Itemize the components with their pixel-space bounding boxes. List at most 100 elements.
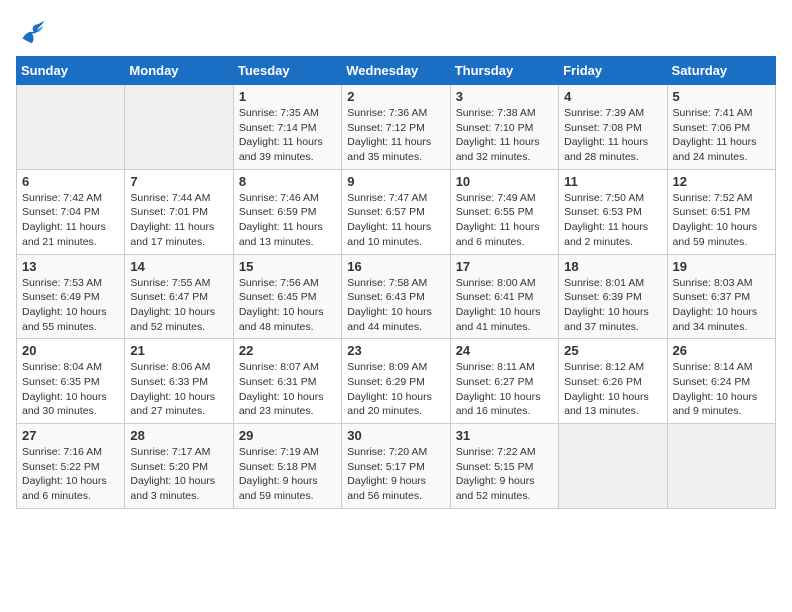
weekday-header: Sunday	[17, 57, 125, 85]
day-number: 9	[347, 174, 444, 189]
calendar-day-cell: 15 Sunrise: 7:56 AM Sunset: 6:45 PM Dayli…	[233, 254, 341, 339]
day-info: Sunrise: 7:16 AM Sunset: 5:22 PM Dayligh…	[22, 445, 119, 504]
day-info: Sunrise: 8:09 AM Sunset: 6:29 PM Dayligh…	[347, 360, 444, 419]
day-info: Sunrise: 7:58 AM Sunset: 6:43 PM Dayligh…	[347, 276, 444, 335]
day-info: Sunrise: 7:52 AM Sunset: 6:51 PM Dayligh…	[673, 191, 770, 250]
calendar-day-cell: 30Sunrise: 7:20 AM Sunset: 5:17 PM Dayli…	[342, 424, 450, 509]
calendar-day-cell: 6 Sunrise: 7:42 AM Sunset: 7:04 PM Daylig…	[17, 169, 125, 254]
day-info: Sunrise: 7:41 AM Sunset: 7:06 PM Dayligh…	[673, 106, 770, 165]
day-number: 18	[564, 259, 661, 274]
day-info: Sunrise: 8:06 AM Sunset: 6:33 PM Dayligh…	[130, 360, 227, 419]
calendar-day-cell: 4Sunrise: 7:39 AM Sunset: 7:08 PM Daylig…	[559, 85, 667, 170]
day-info: Sunrise: 7:35 AM Sunset: 7:14 PM Dayligh…	[239, 106, 336, 165]
day-number: 8	[239, 174, 336, 189]
day-info: Sunrise: 7:42 AM Sunset: 7:04 PM Dayligh…	[22, 191, 119, 250]
day-number: 22	[239, 343, 336, 358]
day-number: 23	[347, 343, 444, 358]
day-info: Sunrise: 8:01 AM Sunset: 6:39 PM Dayligh…	[564, 276, 661, 335]
day-info: Sunrise: 7:55 AM Sunset: 6:47 PM Dayligh…	[130, 276, 227, 335]
day-info: Sunrise: 7:50 AM Sunset: 6:53 PM Dayligh…	[564, 191, 661, 250]
calendar-day-cell: 10Sunrise: 7:49 AM Sunset: 6:55 PM Dayli…	[450, 169, 558, 254]
calendar-day-cell: 2 Sunrise: 7:36 AM Sunset: 7:12 PM Daylig…	[342, 85, 450, 170]
day-number: 29	[239, 428, 336, 443]
day-info: Sunrise: 7:53 AM Sunset: 6:49 PM Dayligh…	[22, 276, 119, 335]
day-number: 12	[673, 174, 770, 189]
calendar-day-cell: 21 Sunrise: 8:06 AM Sunset: 6:33 PM Dayli…	[125, 339, 233, 424]
weekday-header: Wednesday	[342, 57, 450, 85]
calendar-day-cell: 1 Sunrise: 7:35 AM Sunset: 7:14 PM Daylig…	[233, 85, 341, 170]
calendar-day-cell: 25 Sunrise: 8:12 AM Sunset: 6:26 PM Dayli…	[559, 339, 667, 424]
calendar-day-cell: 18 Sunrise: 8:01 AM Sunset: 6:39 PM Dayli…	[559, 254, 667, 339]
day-number: 1	[239, 89, 336, 104]
day-number: 10	[456, 174, 553, 189]
day-number: 26	[673, 343, 770, 358]
calendar-day-cell: 7Sunrise: 7:44 AM Sunset: 7:01 PM Daylig…	[125, 169, 233, 254]
weekday-header: Thursday	[450, 57, 558, 85]
day-info: Sunrise: 7:19 AM Sunset: 5:18 PM Dayligh…	[239, 445, 336, 504]
calendar-day-cell: 13 Sunrise: 7:53 AM Sunset: 6:49 PM Dayli…	[17, 254, 125, 339]
calendar-day-cell: 12 Sunrise: 7:52 AM Sunset: 6:51 PM Dayli…	[667, 169, 775, 254]
logo	[16, 16, 52, 48]
calendar-day-cell	[17, 85, 125, 170]
day-number: 25	[564, 343, 661, 358]
day-info: Sunrise: 8:12 AM Sunset: 6:26 PM Dayligh…	[564, 360, 661, 419]
day-info: Sunrise: 7:22 AM Sunset: 5:15 PM Dayligh…	[456, 445, 553, 504]
calendar-day-cell: 19 Sunrise: 8:03 AM Sunset: 6:37 PM Dayli…	[667, 254, 775, 339]
calendar-day-cell	[125, 85, 233, 170]
day-info: Sunrise: 8:00 AM Sunset: 6:41 PM Dayligh…	[456, 276, 553, 335]
day-number: 4	[564, 89, 661, 104]
day-number: 6	[22, 174, 119, 189]
day-number: 3	[456, 89, 553, 104]
weekday-header-row: SundayMondayTuesdayWednesdayThursdayFrid…	[17, 57, 776, 85]
day-number: 17	[456, 259, 553, 274]
page-header	[16, 16, 776, 48]
calendar-day-cell	[559, 424, 667, 509]
day-info: Sunrise: 7:38 AM Sunset: 7:10 PM Dayligh…	[456, 106, 553, 165]
weekday-header: Tuesday	[233, 57, 341, 85]
calendar-day-cell	[667, 424, 775, 509]
calendar-day-cell: 3 Sunrise: 7:38 AM Sunset: 7:10 PM Daylig…	[450, 85, 558, 170]
weekday-header: Monday	[125, 57, 233, 85]
calendar-day-cell: 31 Sunrise: 7:22 AM Sunset: 5:15 PM Dayli…	[450, 424, 558, 509]
day-number: 16	[347, 259, 444, 274]
calendar-day-cell: 9Sunrise: 7:47 AM Sunset: 6:57 PM Daylig…	[342, 169, 450, 254]
day-info: Sunrise: 7:36 AM Sunset: 7:12 PM Dayligh…	[347, 106, 444, 165]
weekday-header: Friday	[559, 57, 667, 85]
day-number: 7	[130, 174, 227, 189]
calendar-day-cell: 17 Sunrise: 8:00 AM Sunset: 6:41 PM Dayli…	[450, 254, 558, 339]
calendar-day-cell: 24Sunrise: 8:11 AM Sunset: 6:27 PM Dayli…	[450, 339, 558, 424]
calendar-day-cell: 11 Sunrise: 7:50 AM Sunset: 6:53 PM Dayli…	[559, 169, 667, 254]
day-number: 31	[456, 428, 553, 443]
day-number: 30	[347, 428, 444, 443]
day-number: 14	[130, 259, 227, 274]
calendar-week-row: 1 Sunrise: 7:35 AM Sunset: 7:14 PM Daylig…	[17, 85, 776, 170]
day-number: 11	[564, 174, 661, 189]
day-number: 2	[347, 89, 444, 104]
day-number: 15	[239, 259, 336, 274]
calendar-week-row: 27 Sunrise: 7:16 AM Sunset: 5:22 PM Dayli…	[17, 424, 776, 509]
day-number: 21	[130, 343, 227, 358]
calendar-day-cell: 28Sunrise: 7:17 AM Sunset: 5:20 PM Dayli…	[125, 424, 233, 509]
calendar-day-cell: 22 Sunrise: 8:07 AM Sunset: 6:31 PM Dayli…	[233, 339, 341, 424]
day-info: Sunrise: 8:03 AM Sunset: 6:37 PM Dayligh…	[673, 276, 770, 335]
day-number: 27	[22, 428, 119, 443]
day-info: Sunrise: 7:56 AM Sunset: 6:45 PM Dayligh…	[239, 276, 336, 335]
calendar-day-cell: 27 Sunrise: 7:16 AM Sunset: 5:22 PM Dayli…	[17, 424, 125, 509]
day-info: Sunrise: 8:07 AM Sunset: 6:31 PM Dayligh…	[239, 360, 336, 419]
day-info: Sunrise: 8:14 AM Sunset: 6:24 PM Dayligh…	[673, 360, 770, 419]
calendar-day-cell: 5 Sunrise: 7:41 AM Sunset: 7:06 PM Daylig…	[667, 85, 775, 170]
day-number: 28	[130, 428, 227, 443]
calendar-week-row: 13 Sunrise: 7:53 AM Sunset: 6:49 PM Dayli…	[17, 254, 776, 339]
calendar-day-cell: 23 Sunrise: 8:09 AM Sunset: 6:29 PM Dayli…	[342, 339, 450, 424]
calendar-day-cell: 20Sunrise: 8:04 AM Sunset: 6:35 PM Dayli…	[17, 339, 125, 424]
day-info: Sunrise: 7:46 AM Sunset: 6:59 PM Dayligh…	[239, 191, 336, 250]
day-number: 19	[673, 259, 770, 274]
day-number: 24	[456, 343, 553, 358]
calendar-week-row: 6 Sunrise: 7:42 AM Sunset: 7:04 PM Daylig…	[17, 169, 776, 254]
day-info: Sunrise: 8:04 AM Sunset: 6:35 PM Dayligh…	[22, 360, 119, 419]
calendar-day-cell: 29 Sunrise: 7:19 AM Sunset: 5:18 PM Dayli…	[233, 424, 341, 509]
weekday-header: Saturday	[667, 57, 775, 85]
day-number: 13	[22, 259, 119, 274]
logo-icon	[16, 16, 48, 48]
day-number: 5	[673, 89, 770, 104]
